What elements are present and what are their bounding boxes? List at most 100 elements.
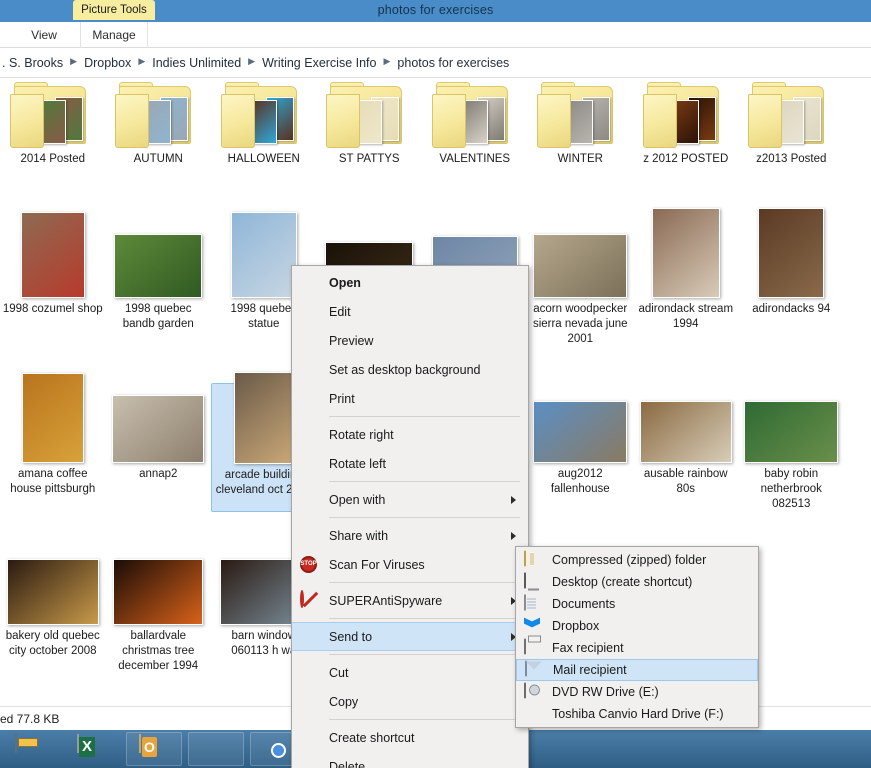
item-label: bakery old quebec city october 2008 [5,630,100,657]
menu-item-label: Open with [329,492,386,507]
send-to-submenu[interactable]: Compressed (zipped) folder Desktop (creat… [515,546,759,728]
folder-item[interactable]: HALLOWEEN [211,78,317,167]
menu-separator [329,719,520,720]
breadcrumb[interactable]: . S. Brooks ▶ Dropbox ▶ Indies Unlimited… [0,48,871,78]
item-label: AUTUMN [133,153,183,165]
context-menu[interactable]: Open Edit Preview Set as desktop background… [291,265,529,768]
item-label: acorn woodpecker sierra nevada june 2001 [532,303,628,345]
menu-item-share-with[interactable]: Share with [292,521,528,550]
menu-item-send-to[interactable]: Send to [292,622,528,651]
breadcrumb-item-0[interactable]: . S. Brooks [2,56,63,70]
file-item[interactable]: amana coffee house pittsburgh [0,373,106,512]
item-label: amana coffee house pittsburgh [10,468,96,495]
file-item[interactable]: aug2012 fallenhouse [528,383,634,512]
breadcrumb-item-3[interactable]: Writing Exercise Info [262,56,376,70]
menu-item-set-as-desktop-background[interactable]: Set as desktop background [292,355,528,384]
menu-item-edit[interactable]: Edit [292,297,528,326]
file-item[interactable]: adirondack stream 1994 [633,208,739,347]
file-item[interactable]: acorn woodpecker sierra nevada june 2001 [528,218,634,347]
folder-item[interactable]: WINTER [528,78,634,167]
file-item[interactable]: bakery old quebec city october 2008 [0,545,106,674]
tab-view[interactable]: View [14,22,74,48]
item-label: ST PATTYS [338,153,400,165]
dropbox-icon [524,618,543,635]
thumbnail [741,385,841,463]
taskbar-button-excel[interactable] [64,732,120,766]
file-item[interactable]: 1998 cozumel shop [0,212,106,347]
menu-separator [329,618,520,619]
folder-item[interactable]: 2014 Posted [0,78,106,167]
taskbar-button-calculator[interactable] [2,732,58,766]
menu-item-cut[interactable]: Cut [292,658,528,687]
file-item[interactable]: baby robin netherbrook 082513 [739,383,845,512]
item-label: WINTER [557,153,603,165]
item-label: adirondack stream 1994 [638,303,734,330]
folder-item[interactable]: AUTUMN [106,78,212,167]
ban-icon [300,589,318,610]
thumbnail-image [744,401,839,463]
thumbnail [530,385,630,463]
send-to-item-desktop-create-shortcut-[interactable]: Desktop (create shortcut) [516,571,758,593]
menu-item-copy[interactable]: Copy [292,687,528,716]
thumbnail [3,373,103,463]
thumbnail-image [758,208,825,298]
send-to-item-dropbox[interactable]: Dropbox [516,615,758,637]
taskbar-button-outlook[interactable] [126,732,182,766]
send-to-item-dvd-rw-drive-e-[interactable]: DVD RW Drive (E:) [516,681,758,703]
file-item[interactable]: 1998 quebec bandb garden [106,218,212,347]
folder-item[interactable]: VALENTINES [422,78,528,167]
file-item[interactable]: adirondacks 94 [739,208,845,347]
thumbnail-image [114,234,203,298]
thumbnail [636,385,736,463]
thumbnail [3,547,103,625]
menu-item-print[interactable]: Print [292,384,528,413]
folder-item[interactable]: ST PATTYS [317,78,423,167]
file-item[interactable]: ausable rainbow 80s [633,383,739,512]
file-item[interactable]: annap2 [106,383,212,512]
chevron-right-icon: ▶ [138,56,146,66]
stop-icon: STOP [300,555,318,574]
menu-item-preview[interactable]: Preview [292,326,528,355]
excel-icon [77,734,107,763]
folder-item[interactable]: z2013 Posted [739,78,845,167]
menu-separator [329,517,520,518]
folder-item[interactable]: z 2012 POSTED [633,78,739,167]
send-to-item-label: Documents [552,597,616,611]
documents-icon [524,594,543,613]
menu-separator [329,654,520,655]
item-label: VALENTINES [439,153,511,165]
menu-item-rotate-right[interactable]: Rotate right [292,420,528,449]
item-label: baby robin netherbrook 082513 [760,468,822,510]
menu-item-open-with[interactable]: Open with [292,485,528,514]
breadcrumb-item-4[interactable]: photos for exercises [397,56,509,70]
tab-manage[interactable]: Manage [80,22,148,48]
zip-folder-icon [524,550,543,569]
file-item[interactable]: ballardvale christmas tree december 1994 [106,545,212,674]
menu-item-delete[interactable]: Delete [292,752,528,768]
thumbnail-image [233,372,294,464]
thumbnail [741,208,841,298]
ribbon-tab-strip: View Manage [0,22,871,48]
send-to-item-mail-recipient[interactable]: Mail recipient [516,659,758,681]
menu-item-scan-for-viruses[interactable]: STOP Scan For Viruses [292,550,528,579]
send-to-item-compressed-zipped-folder[interactable]: Compressed (zipped) folder [516,549,758,571]
breadcrumb-item-2[interactable]: Indies Unlimited [152,56,241,70]
dvd-drive-icon [524,682,543,701]
send-to-item-toshiba-canvio-hard-drive-f-[interactable]: Toshiba Canvio Hard Drive (F:) [516,703,758,725]
item-label: aug2012 fallenhouse [550,468,610,495]
thumbnail-image [20,212,85,298]
menu-item-open[interactable]: Open [292,268,528,297]
send-to-item-documents[interactable]: Documents [516,593,758,615]
hard-drive-icon [524,706,543,723]
menu-item-superantispyware[interactable]: SUPERAntiSpyware [292,586,528,615]
taskbar-button-firefox[interactable] [188,732,244,766]
menu-item-rotate-left[interactable]: Rotate left [292,449,528,478]
menu-item-label: Edit [329,304,351,319]
send-to-item-fax-recipient[interactable]: Fax recipient [516,637,758,659]
menu-item-label: Open [329,275,361,290]
item-label: 2014 Posted [20,153,86,165]
thumbnail [636,208,736,298]
submenu-arrow-icon [511,495,516,504]
breadcrumb-item-1[interactable]: Dropbox [84,56,131,70]
menu-item-create-shortcut[interactable]: Create shortcut [292,723,528,752]
